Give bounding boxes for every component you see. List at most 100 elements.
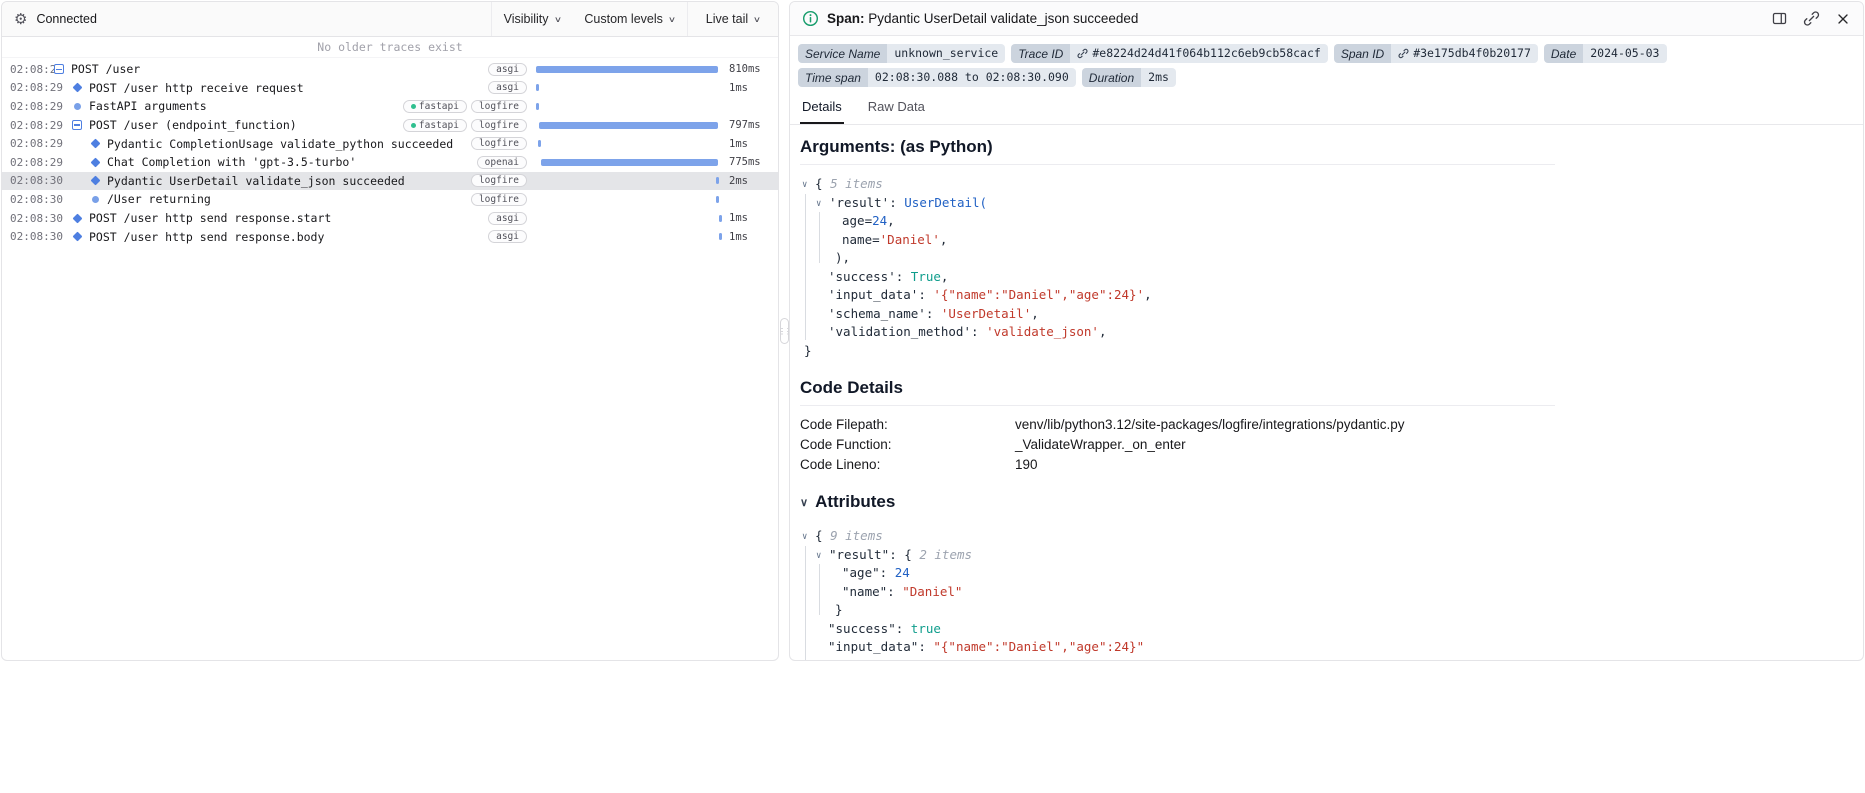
connected-label: Connected [36, 12, 97, 26]
diamond-icon [72, 213, 82, 223]
collapse-arrow-icon[interactable]: ∨ [816, 547, 829, 566]
scope-badge-logfire: logfire [470, 137, 527, 151]
toolbar-controls: Visibility ∨ Custom levels ∨ Live tail ∨ [490, 2, 778, 36]
meta-service-name: Service Name unknown_service [798, 44, 1006, 64]
collapse-arrow-icon[interactable]: ∨ [800, 496, 808, 509]
attributes-code-block: ∨{ 9 items ∨ "result": { 2 items "age": 24 "… [800, 525, 1555, 660]
trace-time: 02:08:29 [10, 81, 63, 95]
trace-row[interactable]: 02:08:29 Chat Completion with 'gpt-3.5-tu… [2, 153, 778, 172]
code-line: ∨'result': UserDetail( [802, 194, 1555, 213]
meta-span-id[interactable]: Span ID #3e175db4f0b20177 [1333, 44, 1538, 64]
collapse-arrow-icon[interactable]: ∨ [802, 528, 815, 547]
gear-icon[interactable]: ⚙ [14, 12, 27, 27]
meta-date: Date 2024-05-03 [1543, 44, 1667, 64]
trace-row[interactable]: 02:08:30 POST /user http send response.st… [2, 209, 778, 228]
duration-bar [536, 227, 724, 246]
visibility-dropdown[interactable]: Visibility ∨ [492, 2, 573, 36]
code-line: "success": true [828, 620, 941, 636]
attributes-heading-text: Attributes [815, 492, 896, 512]
dock-panel-icon[interactable] [1771, 10, 1788, 27]
trace-toolbar: ⚙ Connected Visibility ∨ Custom levels ∨… [2, 2, 778, 37]
scope-badge-asgi: asgi [488, 211, 527, 225]
scope-badge-logfire: logfire [470, 118, 527, 132]
meta-value: 2ms [1141, 68, 1176, 88]
duration-text: 2ms [729, 174, 748, 187]
meta-value: #3e175db4f0b20177 [1391, 44, 1538, 64]
close-icon[interactable] [1835, 11, 1851, 27]
detail-content: Arguments: (as Python) ∨{ 5 items ∨'resul… [790, 125, 1565, 660]
code-line: 'input_data': '{"name":"Daniel","age":24… [828, 287, 1152, 303]
no-older-traces-notice: No older traces exist [2, 37, 778, 58]
trace-row[interactable]: 02:08:29 POST /user asgi 810ms [2, 60, 778, 79]
minus-box-icon[interactable] [54, 64, 64, 75]
duration-bar [536, 209, 724, 228]
duration-text: 810ms [729, 63, 761, 76]
custom-levels-label: Custom levels [584, 12, 663, 26]
splitter-handle-icon[interactable]: ⋮⋮ [779, 318, 789, 344]
trace-row[interactable]: 02:08:30 Pydantic UserDetail validate_jso… [2, 171, 778, 191]
duration-bar [536, 79, 724, 98]
copy-link-icon[interactable] [1803, 10, 1820, 27]
trace-row[interactable]: 02:08:29 FastAPI arguments fastapi logfire [2, 97, 778, 116]
diamond-icon [90, 157, 100, 168]
live-tail-dropdown[interactable]: Live tail ∨ [686, 2, 778, 36]
scope-badge-asgi: asgi [488, 81, 527, 95]
trace-row[interactable]: 02:08:30/User returning logfire [2, 190, 778, 209]
code-detail-row: Code Filepath: venv/lib/python3.12/site-p… [800, 414, 1555, 434]
duration-text: 1ms [729, 81, 748, 94]
minus-box-icon[interactable] [72, 120, 82, 131]
meta-value: 02:08:30.088 to 02:08:30.090 [867, 68, 1076, 88]
span-kind-label: Span: [827, 11, 865, 26]
duration-bar [536, 116, 724, 135]
meta-trace-id[interactable]: Trace ID #e8224d24d41f064b112c6eb9cb58cac… [1011, 44, 1328, 64]
duration-text: 1ms [729, 230, 748, 243]
trace-label: Pydantic UserDetail validate_json succee… [107, 173, 405, 188]
meta-value: unknown_service [887, 44, 1006, 64]
trace-label: FastAPI arguments [89, 99, 207, 114]
scope-badge-asgi: asgi [488, 230, 527, 244]
tab-raw-data[interactable]: Raw Data [866, 99, 927, 124]
detail-tabs: Details Raw Data [790, 89, 1863, 126]
trace-row[interactable]: 02:08:30 POST /user http send response.bo… [2, 227, 778, 246]
span-title: Span: Pydantic UserDetail validate_json … [802, 10, 1138, 27]
chevron-down-icon: ∨ [553, 14, 562, 24]
trace-label: Chat Completion with 'gpt-3.5-turbo' [107, 155, 357, 170]
scope-badge-logfire: logfire [470, 174, 527, 188]
green-dot-icon [410, 122, 416, 128]
collapse-arrow-icon[interactable]: ∨ [802, 176, 815, 195]
code-line: age=24, [842, 213, 895, 229]
link-icon [1077, 48, 1088, 59]
meta-value: 2024-05-03 [1583, 44, 1667, 64]
span-detail-header: Span: Pydantic UserDetail validate_json … [790, 2, 1863, 36]
duration-text: 775ms [729, 156, 761, 169]
code-line: "name": "Daniel" [842, 583, 963, 599]
code-line: } [804, 342, 812, 358]
visibility-label: Visibility [503, 12, 549, 26]
trace-row[interactable]: 02:08:29 POST /user (endpoint_function) fa… [2, 116, 778, 135]
span-meta-row: Time span 02:08:30.088 to 02:08:30.090 Dur… [790, 63, 1863, 88]
connection-status: ⚙ Connected [2, 2, 109, 36]
trace-panel: ⚙ Connected Visibility ∨ Custom levels ∨… [1, 1, 779, 661]
code-line: "input_data": "{"name":"Daniel","age":24… [828, 639, 1145, 655]
code-line: ∨ "result": { 2 items [802, 546, 1555, 565]
code-line: "age": 24 [842, 565, 910, 581]
tab-details[interactable]: Details [800, 99, 844, 125]
collapse-arrow-icon[interactable]: ∨ [816, 195, 829, 214]
trace-label: POST /user http receive request [89, 80, 304, 95]
trace-label: POST /user http send response.start [89, 211, 332, 226]
trace-row[interactable]: 02:08:29 POST /user http receive request a… [2, 79, 778, 98]
code-detail-row: Code Lineno: 190 [800, 454, 1555, 474]
trace-time: 02:08:30 [10, 174, 63, 188]
span-detail-panel: Span: Pydantic UserDetail validate_json … [789, 1, 1864, 661]
trace-row[interactable]: 02:08:29 Pydantic CompletionUsage validat… [2, 134, 778, 153]
duration-bar [536, 60, 724, 79]
trace-label: POST /user (endpoint_function) [89, 118, 297, 133]
span-title-text: Pydantic UserDetail validate_json succee… [868, 11, 1139, 26]
duration-text: 797ms [729, 119, 761, 132]
duration-text: 1ms [729, 212, 748, 225]
panel-splitter[interactable]: ⋮⋮ [779, 1, 789, 661]
code-line: 'validation_method': 'validate_json', [828, 324, 1107, 340]
trace-row-list: 02:08:29 POST /user asgi 810ms 02:08:29 POST … [2, 58, 778, 660]
custom-levels-dropdown[interactable]: Custom levels ∨ [572, 2, 686, 36]
code-detail-value: _ValidateWrapper._on_enter [1015, 436, 1186, 452]
